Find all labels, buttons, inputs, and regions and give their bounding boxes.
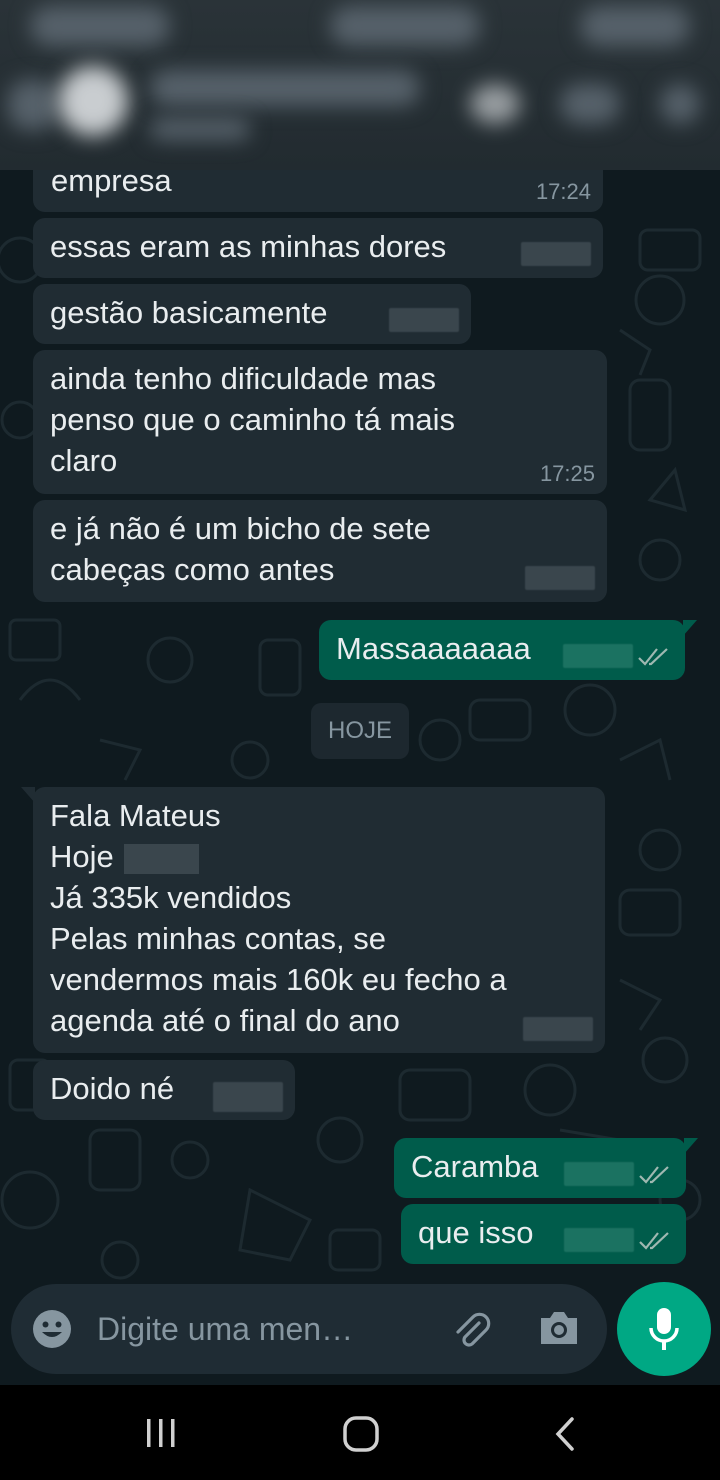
- message-incoming[interactable]: gestão basicamente: [33, 284, 471, 344]
- voice-record-button[interactable]: [617, 1282, 711, 1376]
- contact-name-blur[interactable]: [150, 70, 420, 106]
- message-time: 17:25: [539, 461, 595, 486]
- status-bar-blur: [580, 6, 690, 46]
- redacted-timestamp: [525, 566, 595, 590]
- mic-icon: [649, 1308, 679, 1350]
- redacted-timestamp: [389, 308, 459, 332]
- voice-call-icon[interactable]: [560, 84, 620, 124]
- message-incoming[interactable]: essas eram as minhas dores: [33, 218, 603, 278]
- message-text: e já não é um bicho de sete cabeças como…: [50, 511, 431, 587]
- back-icon[interactable]: [550, 1415, 580, 1453]
- redacted-timestamp: [523, 1017, 593, 1041]
- message-outgoing[interactable]: que isso: [401, 1204, 686, 1264]
- redacted-text: [123, 843, 199, 874]
- message-incoming[interactable]: e já não é um bicho de sete cabeças como…: [33, 500, 607, 602]
- message-outgoing[interactable]: Massaaaaaaa: [319, 620, 697, 680]
- message-composer[interactable]: Digite uma men…: [11, 1284, 607, 1374]
- message-text: ainda tenho dificuldade mas penso que o …: [50, 361, 455, 478]
- message-input[interactable]: Digite uma men…: [97, 1309, 353, 1349]
- chat-header: [0, 0, 720, 170]
- redacted-timestamp: [213, 1082, 283, 1112]
- message-time: 17:24: [535, 179, 591, 204]
- redacted-timestamp: [564, 1162, 634, 1186]
- system-navigation-bar: [0, 1385, 720, 1480]
- status-bar-blur: [330, 6, 480, 46]
- video-call-icon[interactable]: [470, 84, 520, 124]
- message-text-fragment: Hoje: [50, 839, 114, 874]
- read-receipt-icon: [639, 1232, 669, 1250]
- home-icon[interactable]: [342, 1415, 380, 1453]
- date-divider: HOJE: [311, 703, 409, 759]
- bubble-tail: [683, 620, 697, 636]
- message-text: Já 335k vendidos Pelas minhas contas, se…: [50, 880, 507, 1038]
- message-incoming[interactable]: Doido né: [33, 1060, 295, 1120]
- back-arrow-blur[interactable]: [8, 80, 58, 130]
- camera-icon[interactable]: [537, 1308, 581, 1348]
- read-receipt-icon: [638, 648, 668, 666]
- contact-avatar[interactable]: [58, 66, 128, 136]
- status-bar-blur: [30, 6, 170, 46]
- redacted-timestamp: [521, 242, 591, 266]
- bubble-tail: [21, 787, 35, 803]
- bubble-tail: [684, 1138, 698, 1154]
- message-outgoing[interactable]: Caramba: [394, 1138, 698, 1198]
- emoji-icon[interactable]: [32, 1309, 72, 1349]
- contact-status-blur: [150, 118, 250, 140]
- message-text: Fala Mateus: [50, 798, 221, 833]
- redacted-timestamp: [563, 644, 633, 668]
- whatsapp-chat-screen: empresa 17:24 essas eram as minhas dores…: [0, 0, 720, 1480]
- menu-icon[interactable]: [660, 84, 700, 124]
- attach-icon[interactable]: [449, 1309, 493, 1353]
- redacted-timestamp: [564, 1228, 634, 1252]
- read-receipt-icon: [639, 1166, 669, 1184]
- message-incoming[interactable]: ainda tenho dificuldade mas penso que o …: [33, 350, 607, 494]
- message-incoming[interactable]: Fala Mateus Hoje Já 335k vendidos Pelas …: [21, 787, 605, 1053]
- recent-apps-icon[interactable]: [143, 1415, 179, 1451]
- message-text: Hoje: [50, 836, 588, 877]
- message-text: essas eram as minhas dores: [50, 229, 447, 264]
